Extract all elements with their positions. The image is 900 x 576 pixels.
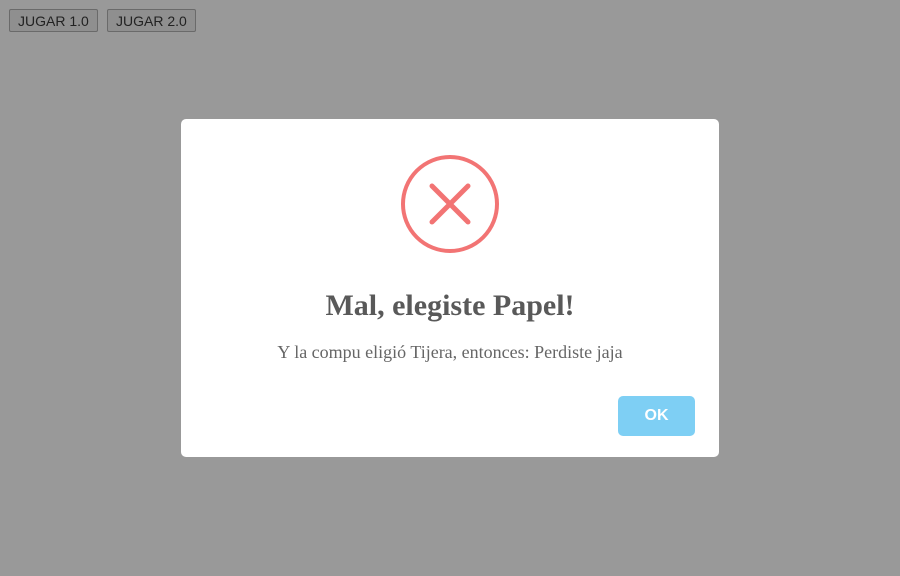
alert-dialog: Mal, elegiste Papel! Y la compu eligió T… [181, 119, 719, 457]
play-1-button[interactable]: JUGAR 1.0 [9, 9, 98, 32]
dialog-title: Mal, elegiste Papel! [325, 289, 575, 322]
play-2-button[interactable]: JUGAR 2.0 [107, 9, 196, 32]
error-x-icon [401, 155, 499, 253]
dialog-message: Y la compu eligió Tijera, entonces: Perd… [277, 342, 623, 362]
ok-button[interactable]: OK [618, 396, 695, 436]
